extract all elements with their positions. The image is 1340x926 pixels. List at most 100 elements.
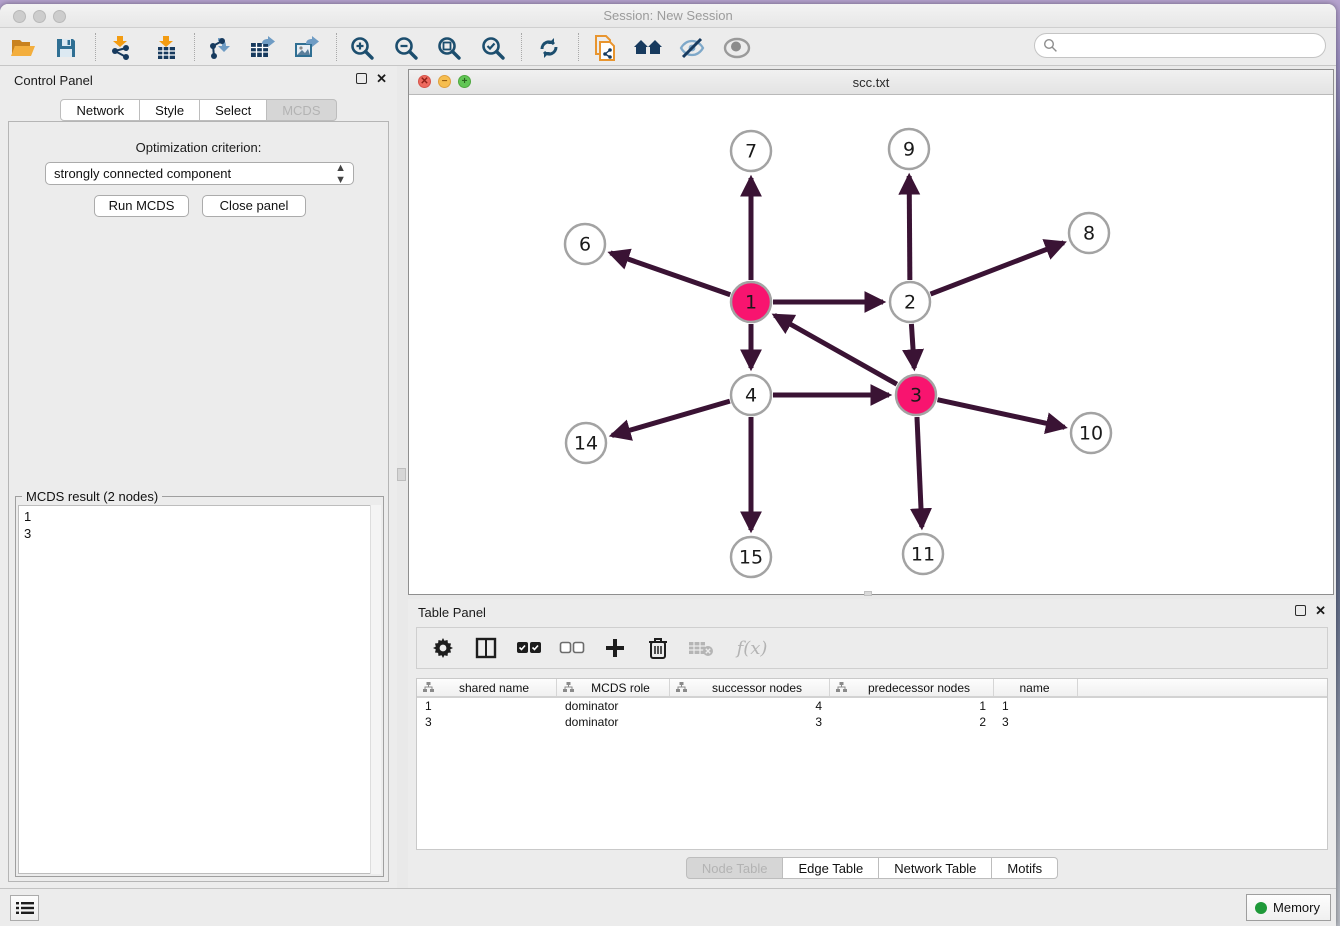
export-image-icon[interactable] <box>287 32 325 64</box>
sort-icon <box>563 682 574 693</box>
delete-column-icon[interactable] <box>644 634 672 662</box>
export-network-icon[interactable] <box>200 32 238 64</box>
memory-button[interactable]: Memory <box>1246 894 1331 921</box>
first-neighbors-icon[interactable] <box>629 32 667 64</box>
mcds-result-title: MCDS result (2 nodes) <box>22 489 162 504</box>
toolbar-separator <box>194 33 195 61</box>
graph-node-label-4: 4 <box>745 385 757 407</box>
delete-table-icon[interactable] <box>687 634 715 662</box>
status-bar: Memory <box>0 888 1336 926</box>
graph-edge-2-8[interactable] <box>931 243 1064 294</box>
table-toolbar: f(x) <box>416 627 1328 669</box>
memory-status-icon <box>1255 902 1267 914</box>
graph-edge-4-14[interactable] <box>612 401 730 435</box>
graph-node-label-8: 8 <box>1083 223 1095 245</box>
sort-icon <box>676 682 687 693</box>
graph-node-label-9: 9 <box>903 139 915 161</box>
column-header-successor-nodes[interactable]: successor nodes <box>670 679 830 696</box>
column-header-shared-name[interactable]: shared name <box>417 679 557 696</box>
mcds-panel-content: Optimization criterion: strongly connect… <box>8 121 389 882</box>
column-header-mcds-role[interactable]: MCDS role <box>557 679 670 696</box>
close-panel-icon[interactable]: ✕ <box>376 73 387 84</box>
tab-mcds[interactable]: MCDS <box>267 99 336 121</box>
graph-edge-3-11[interactable] <box>917 417 922 527</box>
tab-motifs[interactable]: Motifs <box>992 857 1058 879</box>
network-graph[interactable]: 7968124314101511 <box>409 95 1333 594</box>
close-panel-button[interactable]: Close panel <box>202 195 306 217</box>
window-splitter-handle[interactable] <box>864 591 872 596</box>
select-all-checkboxes-icon[interactable] <box>515 634 543 662</box>
table-panel: Table Panel ✕ <box>408 599 1336 888</box>
settings-gear-icon[interactable] <box>429 634 457 662</box>
import-table-icon[interactable] <box>147 32 185 64</box>
list-icon <box>16 901 34 915</box>
add-column-icon[interactable] <box>601 634 629 662</box>
graph-edge-1-6[interactable] <box>610 253 730 295</box>
column-header-name[interactable]: name <box>994 679 1078 696</box>
network-view-window: ✕ − + scc.txt 7968124314101511 <box>408 69 1334 595</box>
function-builder-icon[interactable]: f(x) <box>730 634 774 662</box>
import-network-icon[interactable] <box>101 32 139 64</box>
tab-node-table[interactable]: Node Table <box>686 857 784 879</box>
column-header-predecessor-nodes[interactable]: predecessor nodes <box>830 679 994 696</box>
main-area: Control Panel ✕ Network Style Select MCD… <box>0 66 1336 888</box>
criterion-dropdown[interactable]: strongly connected component ▲▼ <box>45 162 354 185</box>
show-column-icon[interactable] <box>472 634 500 662</box>
tab-network-table[interactable]: Network Table <box>879 857 992 879</box>
application-window: Session: New Session <box>0 4 1336 926</box>
control-panel-tabs: Network Style Select MCDS <box>0 99 397 121</box>
table-header-row: shared name MCDS role successor nodes pr… <box>417 679 1327 698</box>
run-mcds-button[interactable]: Run MCDS <box>94 195 189 217</box>
graph-node-label-2: 2 <box>904 292 916 314</box>
mcds-result-text[interactable]: 1 3 <box>18 505 381 874</box>
graph-node-label-14: 14 <box>574 433 598 455</box>
graph-edge-2-3[interactable] <box>911 324 914 368</box>
close-table-panel-icon[interactable]: ✕ <box>1315 605 1326 616</box>
table-panel-title: Table Panel <box>418 605 486 620</box>
network-window-title: scc.txt <box>409 75 1333 90</box>
graph-edge-3-10[interactable] <box>937 400 1064 428</box>
node-table[interactable]: shared name MCDS role successor nodes pr… <box>416 678 1328 850</box>
graph-node-label-7: 7 <box>745 141 757 163</box>
search-icon <box>1043 38 1058 53</box>
graph-edge-3-1[interactable] <box>775 315 897 384</box>
float-table-panel-icon[interactable] <box>1295 605 1306 616</box>
save-session-icon[interactable] <box>47 32 85 64</box>
deselect-all-checkboxes-icon[interactable] <box>558 634 586 662</box>
graph-edge-2-9[interactable] <box>909 176 910 280</box>
zoom-in-icon[interactable] <box>343 32 381 64</box>
float-panel-icon[interactable] <box>356 73 367 84</box>
table-tabs: Node Table Edge Table Network Table Moti… <box>408 857 1336 879</box>
zoom-out-icon[interactable] <box>387 32 425 64</box>
network-canvas[interactable]: 7968124314101511 <box>409 95 1333 594</box>
zoom-selected-icon[interactable] <box>474 32 512 64</box>
tab-select[interactable]: Select <box>200 99 267 121</box>
window-title: Session: New Session <box>0 8 1336 23</box>
open-file-icon[interactable] <box>4 32 42 64</box>
search-field[interactable] <box>1034 33 1326 58</box>
graph-node-label-6: 6 <box>579 234 591 256</box>
toolbar-separator <box>95 33 96 61</box>
export-table-icon[interactable] <box>243 32 281 64</box>
refresh-icon[interactable] <box>530 32 568 64</box>
mcds-result-group: MCDS result (2 nodes) 1 3 <box>15 496 384 877</box>
zoom-fit-icon[interactable] <box>430 32 468 64</box>
table-row[interactable]: 3 dominator 3 2 3 <box>417 714 1327 730</box>
toolbar-separator <box>578 33 579 61</box>
optimization-criterion-label: Optimization criterion: <box>9 140 388 155</box>
search-input[interactable] <box>1058 38 1325 53</box>
criterion-value: strongly connected component <box>54 166 231 181</box>
table-row[interactable]: 1 dominator 4 1 1 <box>417 698 1327 714</box>
clone-network-icon[interactable] <box>586 32 624 64</box>
task-history-button[interactable] <box>10 895 39 921</box>
result-scrollbar[interactable] <box>370 505 381 874</box>
tab-network[interactable]: Network <box>60 99 140 121</box>
graph-node-label-10: 10 <box>1079 423 1103 445</box>
main-toolbar <box>0 29 1336 66</box>
tab-style[interactable]: Style <box>140 99 200 121</box>
panel-splitter-handle[interactable] <box>397 468 406 481</box>
show-all-icon[interactable] <box>718 32 756 64</box>
hide-selected-icon[interactable] <box>673 32 711 64</box>
network-window-titlebar[interactable]: ✕ − + scc.txt <box>409 70 1333 95</box>
tab-edge-table[interactable]: Edge Table <box>783 857 879 879</box>
